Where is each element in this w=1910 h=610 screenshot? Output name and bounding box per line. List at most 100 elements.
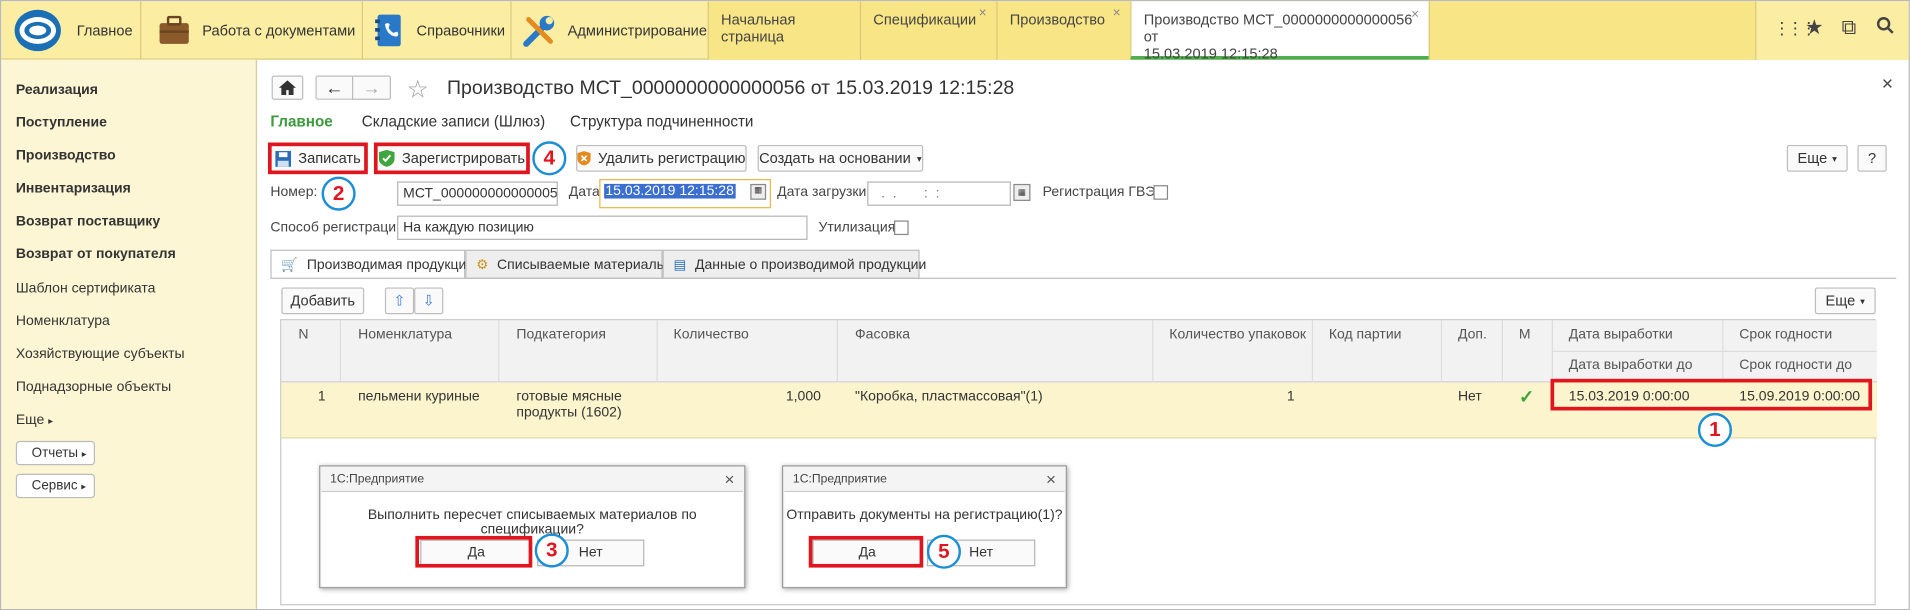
table-more-button[interactable]: Еще ▾ xyxy=(1814,287,1876,315)
service-button[interactable]: Сервис ▸ xyxy=(15,473,96,499)
add-row-button[interactable]: Добавить xyxy=(281,287,365,315)
annotation-box-register xyxy=(373,142,530,175)
col-extra[interactable]: Доп. xyxy=(1458,328,1487,343)
sidebar-item-business-entities[interactable]: Хозяйствующие субъекты xyxy=(16,347,185,362)
sidebar-item-supervised-objects[interactable]: Поднадзорные объекты xyxy=(16,380,171,395)
annotation-bubble-5: 5 xyxy=(926,534,962,569)
app-window: Главное Работа с документами Справочники… xyxy=(0,0,1910,610)
nav-tab-warehouse[interactable]: Складские записи (Шлюз) xyxy=(362,113,545,130)
load-date-field[interactable]: . . : : xyxy=(867,181,1011,206)
caret-right-icon: ▸ xyxy=(81,481,87,493)
sidebar-item-receipts[interactable]: Поступление xyxy=(16,116,107,131)
col-prod-date-to[interactable]: Дата выработки до xyxy=(1569,358,1693,373)
reports-label: Отчеты xyxy=(31,445,78,461)
annotation-bubble-1: 1 xyxy=(1697,412,1732,448)
section-admin[interactable]: Администрирование xyxy=(510,1,707,60)
sidebar-item-nomenclature[interactable]: Номенклатура xyxy=(16,314,110,329)
home-icon xyxy=(278,80,296,96)
col-m[interactable]: М xyxy=(1519,328,1531,343)
dialog-message: Выполнить пересчет списываемых материало… xyxy=(367,507,697,538)
gve-registration-checkbox[interactable] xyxy=(1153,185,1169,200)
col-batch-code[interactable]: Код партии xyxy=(1329,328,1402,343)
move-down-button[interactable]: ⇩ xyxy=(414,287,444,315)
forward-button[interactable]: → xyxy=(352,75,391,100)
caret-right-icon: ▸ xyxy=(48,415,54,427)
create-based-on-button[interactable]: Создать на основании ▾ xyxy=(757,144,924,172)
section-reference[interactable]: Справочники xyxy=(361,1,508,60)
calendar-icon[interactable]: ▦ xyxy=(1013,183,1031,201)
col-n[interactable]: N xyxy=(298,328,308,343)
search-icon[interactable] xyxy=(1876,16,1895,39)
tab-specifications[interactable]: Спецификации × xyxy=(859,1,997,60)
nav-tab-structure[interactable]: Структура подчиненности xyxy=(570,113,753,130)
reports-button[interactable]: Отчеты ▸ xyxy=(15,440,96,466)
sidebar-item-certificate-template[interactable]: Шаблон сертификата xyxy=(16,281,156,296)
checkmark-icon: ✓ xyxy=(1518,387,1535,409)
cell-extra: Нет xyxy=(1457,389,1482,405)
arrow-up-icon: ⇧ xyxy=(393,292,406,310)
section-documents[interactable]: Работа с документами xyxy=(140,1,359,60)
col-expiry[interactable]: Срок годности xyxy=(1739,328,1832,343)
col-subcategory[interactable]: Подкатегория xyxy=(516,328,605,343)
tab-production-list[interactable]: Производство × xyxy=(996,1,1131,60)
tab-product-data[interactable]: ▤ Данные о производимой продукции xyxy=(662,249,926,279)
sidebar-item-inventory[interactable]: Инвентаризация xyxy=(16,181,131,196)
close-icon[interactable]: × xyxy=(1411,6,1419,23)
tab-label: Данные о производимой продукции xyxy=(695,258,927,273)
close-icon[interactable]: × xyxy=(1046,469,1056,488)
sidebar-item-production[interactable]: Производство xyxy=(16,149,116,164)
sidebar-item-return-customer[interactable]: Возврат от покупателя xyxy=(16,247,176,262)
history-icon[interactable]: ⧉ xyxy=(1842,16,1857,40)
tab-produced-products[interactable]: 🛒 Производимая продукция xyxy=(270,249,474,279)
col-prod-date[interactable]: Дата выработки xyxy=(1569,328,1673,343)
back-button[interactable]: ← xyxy=(315,75,353,100)
cell-n: 1 xyxy=(317,389,326,405)
delete-registration-button[interactable]: Удалить регистрацию xyxy=(576,144,747,172)
more-button[interactable]: Еще ▾ xyxy=(1786,144,1848,172)
section-label: Главное xyxy=(76,21,133,39)
tab-written-off-materials[interactable]: ⚙ Списываемые материалы xyxy=(465,249,667,279)
cell-subcategory-line2: продукты (1602) xyxy=(516,405,622,421)
cell-packing: "Коробка, пластмассовая"(1) xyxy=(855,389,1043,405)
annotation-box-dates xyxy=(1550,378,1873,411)
utilization-checkbox[interactable] xyxy=(894,220,909,236)
sidebar-item-return-supplier[interactable]: Возврат поставщику xyxy=(16,214,160,229)
tab-home-page[interactable]: Начальная страница xyxy=(707,1,860,60)
tab-label: Списываемые материалы xyxy=(497,258,667,273)
annotation-box-yes-1 xyxy=(415,535,533,568)
col-packing[interactable]: Фасовка xyxy=(855,328,910,343)
section-label: Работа с документами xyxy=(202,21,356,39)
close-icon[interactable]: × xyxy=(979,6,987,21)
help-button[interactable]: ? xyxy=(1857,144,1887,172)
tab-label: Спецификации xyxy=(873,10,977,29)
col-quantity[interactable]: Количество xyxy=(674,328,749,343)
home-button[interactable] xyxy=(271,75,304,100)
col-nomenclature[interactable]: Номенклатура xyxy=(358,328,452,343)
method-label: Способ регистрации: xyxy=(270,220,408,236)
cell-nomenclature: пельмени куриные xyxy=(358,389,480,405)
caret-down-icon: ▾ xyxy=(916,152,922,164)
section-label: Администрирование xyxy=(567,21,707,39)
favorites-star-icon[interactable]: ★ xyxy=(1805,16,1824,40)
close-icon[interactable]: × xyxy=(1113,6,1121,21)
create-based-on-label: Создать на основании xyxy=(759,149,911,167)
method-field[interactable]: На каждую позицию xyxy=(397,215,808,240)
favorite-star-icon[interactable]: ☆ xyxy=(407,74,429,104)
gve-registration-label: Регистрация ГВЭ: xyxy=(1042,185,1160,200)
move-up-button[interactable]: ⇧ xyxy=(384,287,415,315)
close-icon[interactable]: × xyxy=(724,469,734,488)
sidebar-item-sales[interactable]: Реализация xyxy=(16,83,98,98)
col-expiry-to[interactable]: Срок годности до xyxy=(1739,358,1852,373)
annotation-bubble-2: 2 xyxy=(321,176,356,211)
cell-quantity: 1,000 xyxy=(785,389,821,405)
service-label: Сервис xyxy=(31,478,78,494)
col-pack-count[interactable]: Количество упаковок xyxy=(1169,328,1306,343)
nav-tab-main[interactable]: Главное xyxy=(270,113,332,130)
close-icon[interactable]: × xyxy=(1882,74,1893,96)
tab-production-document[interactable]: Производство МСТ_0000000000000056 от 15.… xyxy=(1130,1,1429,62)
calendar-icon[interactable]: ▦ xyxy=(750,183,767,200)
sidebar-item-more[interactable]: Еще ▸ xyxy=(16,413,53,428)
number-field[interactable]: МСТ_0000000000000056 xyxy=(397,181,558,206)
date-field[interactable]: 15.03.2019 12:15:28 ▦ xyxy=(599,179,771,209)
section-main[interactable]: Главное xyxy=(11,1,139,59)
